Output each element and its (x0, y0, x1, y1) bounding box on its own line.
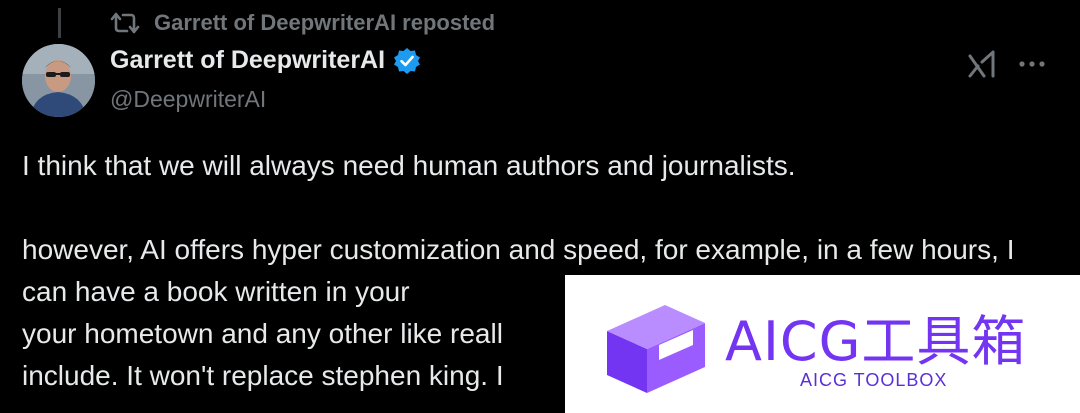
author-handle[interactable]: @DeepwriterAI (110, 86, 266, 113)
verified-badge-icon (394, 47, 421, 74)
more-options-icon[interactable] (1016, 48, 1048, 80)
repost-icon (110, 12, 140, 34)
avatar-image (22, 44, 95, 117)
watermark-subtitle: AICG TOOLBOX (800, 370, 948, 390)
aicg-logo-icon (607, 305, 705, 393)
repost-label: Garrett of DeepwriterAI reposted (154, 10, 496, 35)
grok-icon[interactable] (966, 48, 998, 80)
repost-indicator[interactable]: Garrett of DeepwriterAI reposted (110, 8, 495, 38)
author-name[interactable]: Garrett of DeepwriterAI (110, 46, 385, 75)
watermark-overlay: AICG工具箱 AICG TOOLBOX (565, 275, 1080, 413)
thread-line (58, 8, 61, 38)
avatar[interactable] (22, 44, 95, 117)
watermark-title: AICG工具箱 (725, 310, 1027, 373)
